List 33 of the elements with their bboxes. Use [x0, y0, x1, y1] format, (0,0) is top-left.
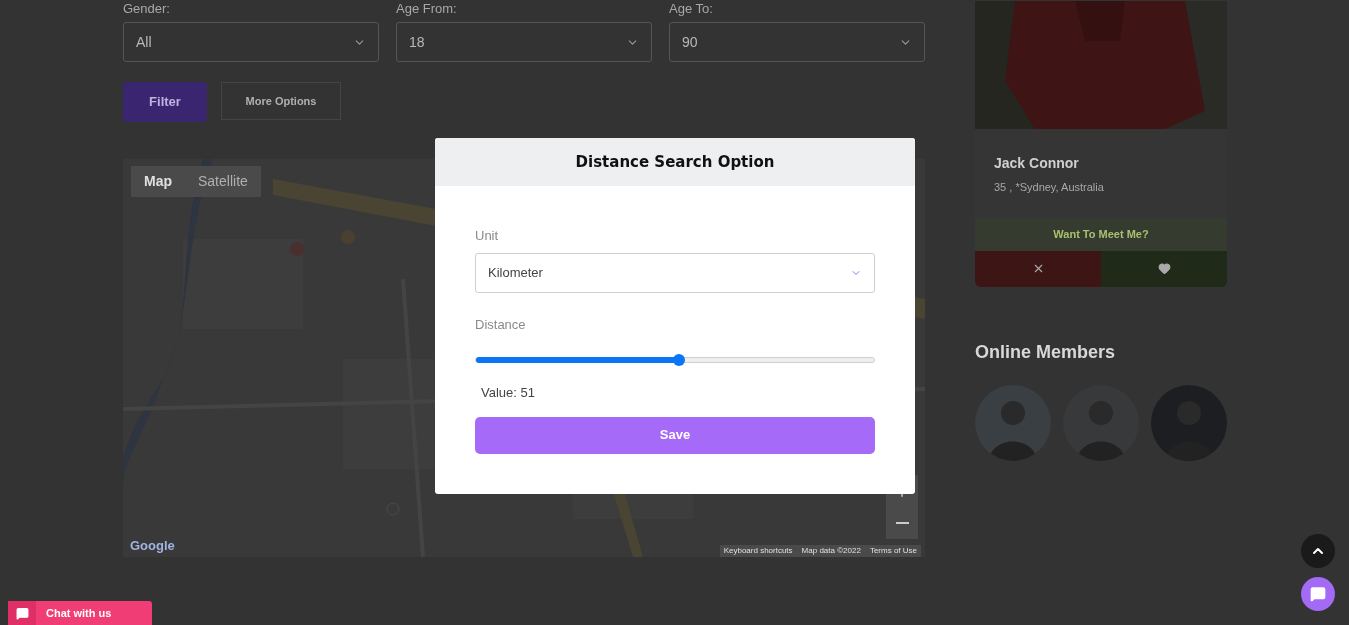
field-label: Age From: — [396, 1, 458, 17]
chat-button[interactable] — [1301, 577, 1335, 611]
map-logo: Google — [130, 536, 175, 555]
chat-icon — [15, 606, 29, 620]
chat-widget-button[interactable]: Chat with us — [8, 601, 152, 625]
filter-button[interactable]: Filter — [123, 82, 207, 122]
map-view-tab[interactable]: Map — [131, 166, 185, 197]
field-label: Age To: — [669, 1, 714, 17]
more-options-button[interactable]: More Options — [221, 82, 341, 120]
field-label: Distance — [475, 315, 527, 334]
unit-select[interactable]: Kilometer — [475, 252, 875, 293]
section-heading: Online Members — [975, 340, 1117, 364]
field-label: Gender: — [123, 1, 171, 17]
slider-thumb[interactable] — [673, 354, 685, 366]
meet-prompt: Want To Meet Me? — [975, 217, 1227, 251]
map-footer-link[interactable]: Map data ©2022 — [801, 545, 861, 557]
modal-title: Distance Search Option — [575, 151, 775, 173]
map-view-tab[interactable]: Satellite — [185, 166, 261, 197]
map-footer-link[interactable]: Terms of Use — [869, 545, 917, 557]
heart-icon — [1157, 262, 1171, 275]
select-field[interactable]: All — [123, 22, 379, 62]
minus-icon — [895, 522, 909, 524]
distance-slider[interactable] — [475, 354, 875, 366]
field-label: Unit — [475, 227, 500, 245]
select-field[interactable]: 90 — [669, 22, 925, 62]
map-footer-link[interactable]: Keyboard shortcuts — [723, 545, 793, 557]
member-name: Jack Connor — [994, 154, 1080, 173]
select-field[interactable]: 18 — [396, 22, 652, 62]
scroll-top-button[interactable] — [1301, 534, 1335, 568]
slider-value: Value: 51 — [481, 384, 536, 402]
save-button[interactable]: Save — [475, 416, 875, 454]
member-details: 35 , *Sydney, Australia — [994, 180, 1105, 195]
chat-icon — [1310, 586, 1326, 602]
